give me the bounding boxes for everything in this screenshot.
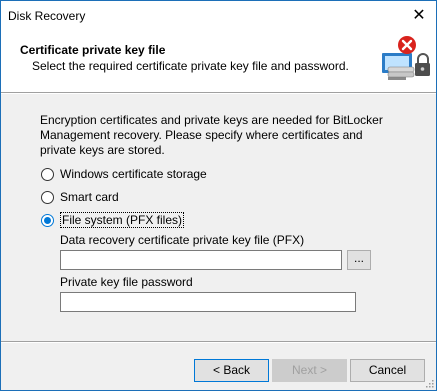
- option-label: Smart card: [60, 190, 119, 204]
- disk-recovery-dialog: Disk Recovery ✕ Certificate private key …: [0, 0, 437, 391]
- browse-button[interactable]: ...: [347, 250, 371, 270]
- description-text: Encryption certificates and private keys…: [40, 113, 383, 157]
- wizard-header: Certificate private key file Select the …: [1, 31, 436, 92]
- pfx-file-input[interactable]: [60, 250, 342, 270]
- window-title: Disk Recovery: [8, 9, 86, 23]
- radio-button[interactable]: [41, 190, 54, 204]
- cancel-button[interactable]: Cancel: [350, 359, 425, 382]
- option-windows-certificate-storage[interactable]: Windows certificate storage: [41, 167, 207, 181]
- resize-grip-icon[interactable]: [424, 378, 434, 388]
- title-bar: Disk Recovery ✕: [1, 1, 436, 31]
- next-button[interactable]: Next >: [272, 359, 347, 382]
- close-icon: ✕: [412, 7, 426, 24]
- certificate-lock-icon: [382, 36, 430, 80]
- password-label: Private key file password: [60, 275, 193, 289]
- back-button[interactable]: < Back: [194, 359, 269, 382]
- password-field[interactable]: [60, 292, 356, 312]
- option-label: Windows certificate storage: [60, 167, 207, 181]
- page-title: Certificate private key file: [20, 43, 166, 57]
- option-smart-card[interactable]: Smart card: [41, 190, 119, 204]
- option-file-system[interactable]: File system (PFX files): [41, 212, 185, 228]
- radio-button[interactable]: [41, 167, 54, 181]
- page-subtitle: Select the required certificate private …: [32, 59, 349, 73]
- radio-button-selected[interactable]: [41, 213, 54, 227]
- option-label: File system (PFX files): [60, 212, 185, 228]
- pfx-file-label: Data recovery certificate private key fi…: [60, 233, 305, 247]
- close-button[interactable]: ✕: [402, 1, 436, 31]
